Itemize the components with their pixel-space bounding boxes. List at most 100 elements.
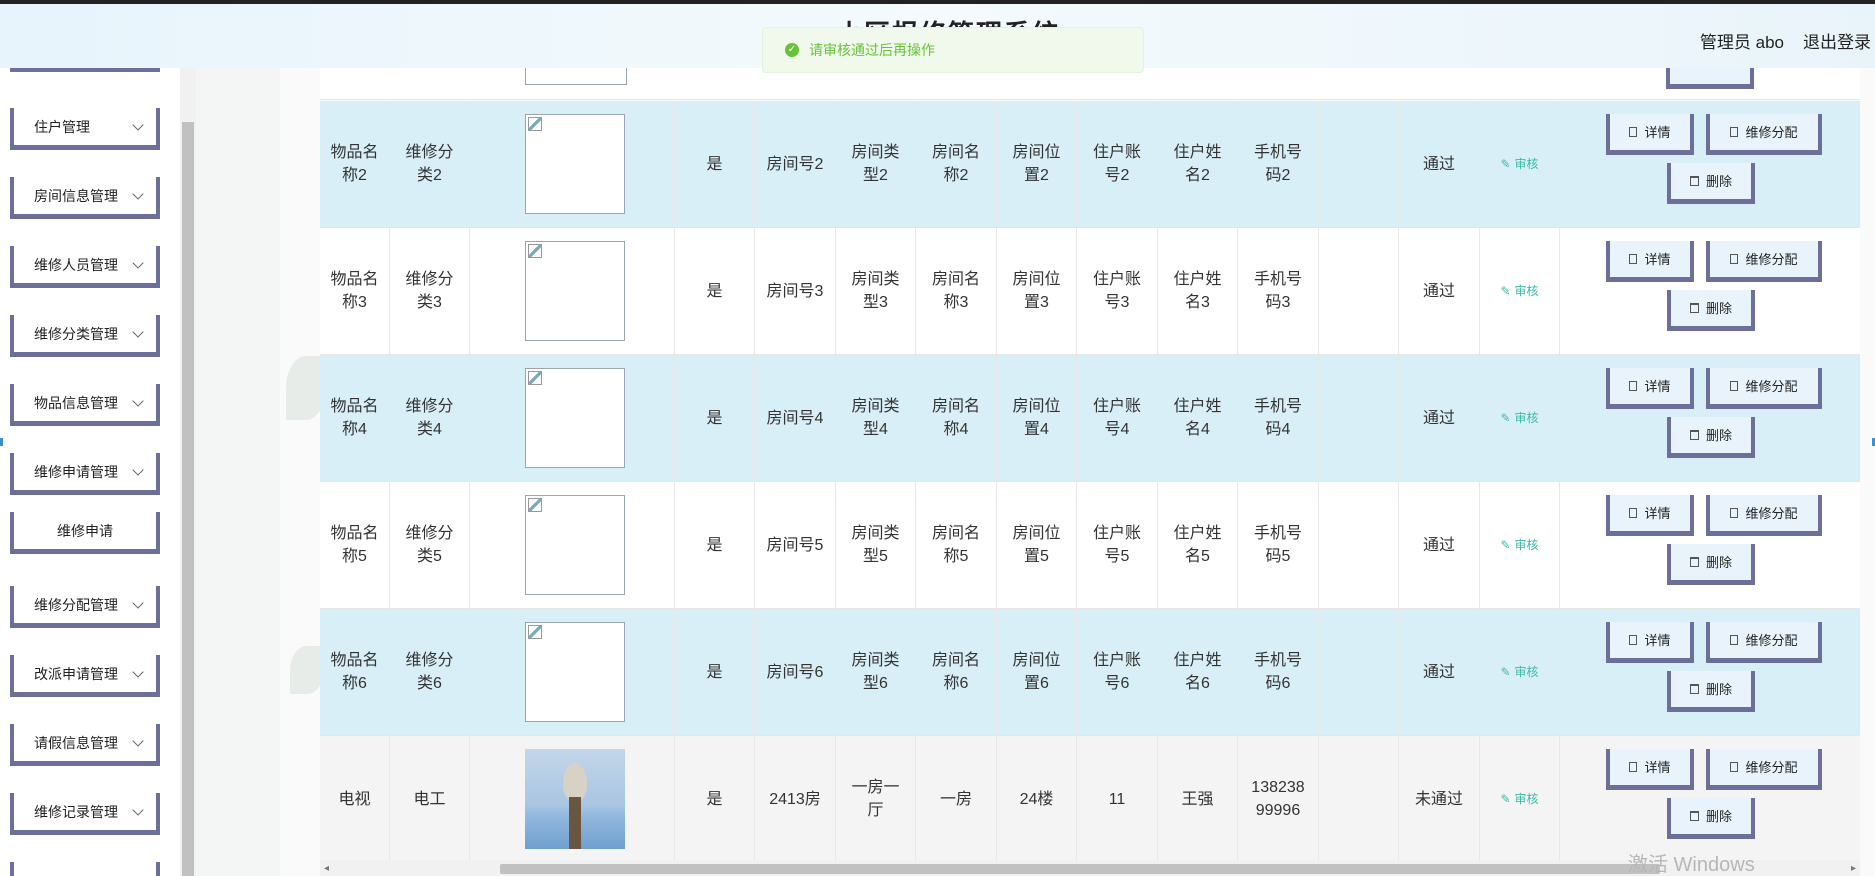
broken-image-icon bbox=[528, 625, 542, 639]
table-cell-item: 物品名 称2 bbox=[320, 101, 390, 227]
chevron-down-icon bbox=[132, 597, 144, 609]
audit-cell: ✎ 审核 bbox=[1480, 736, 1560, 862]
cell-text-line: 厅 bbox=[867, 802, 884, 819]
detail-button[interactable]: 详情 bbox=[1606, 495, 1694, 536]
assign-repair-button[interactable]: 维修分配 bbox=[1706, 241, 1822, 282]
cell-text-line: 称6 bbox=[943, 675, 969, 692]
audit-cell: ✎ 审核 bbox=[1480, 609, 1560, 735]
detail-button[interactable]: 详情 bbox=[1606, 368, 1694, 409]
audit-link[interactable]: ✎ 审核 bbox=[1500, 788, 1538, 811]
cell-text-line: 名4 bbox=[1185, 421, 1210, 438]
document-icon bbox=[1730, 508, 1739, 518]
cell-text: 物品名 称4 bbox=[330, 395, 378, 441]
cell-text: 房间号4 bbox=[766, 409, 824, 427]
cell-text-line: 称4 bbox=[943, 421, 969, 438]
cell-text-line: 维修分 bbox=[405, 398, 454, 415]
detail-button[interactable]: 详情 bbox=[1606, 749, 1694, 790]
table-cell-status: 通过 bbox=[1399, 609, 1480, 735]
cell-text-line: 码3 bbox=[1265, 294, 1291, 311]
table-cell-account: 11 bbox=[1077, 736, 1158, 862]
sidebar-item-bottom-partial[interactable] bbox=[10, 862, 160, 876]
table-cell-item: 物品名 称5 bbox=[320, 482, 390, 608]
cell-text: 是 bbox=[706, 409, 723, 427]
assign-repair-button[interactable]: 维修分配 bbox=[1706, 622, 1822, 663]
sidebar-item-residents[interactable]: 住户管理 bbox=[10, 108, 160, 150]
sidebar-item-leave-info[interactable]: 请假信息管理 bbox=[10, 724, 160, 766]
assign-button-label: 维修分配 bbox=[1745, 251, 1798, 267]
cell-text: 房间名 称4 bbox=[932, 395, 980, 441]
delete-button[interactable]: 删除 bbox=[1667, 163, 1755, 204]
cell-text: 房间位 置4 bbox=[1012, 395, 1060, 441]
detail-button[interactable]: 详情 bbox=[1606, 241, 1694, 282]
scroll-right-arrow-icon[interactable]: ▸ bbox=[1851, 863, 1856, 874]
item-image-broken bbox=[525, 114, 625, 214]
audit-link[interactable]: ✎ 审核 bbox=[1500, 407, 1538, 430]
cell-text-line: 手机号 bbox=[1253, 271, 1302, 288]
delete-button-label: 删除 bbox=[1705, 173, 1732, 189]
table-cell-room-type: 房间类 型5 bbox=[836, 482, 916, 608]
audit-link[interactable]: ✎ 审核 bbox=[1500, 153, 1538, 176]
delete-button[interactable]: 删除 bbox=[1667, 417, 1755, 458]
edit-pen-icon: ✎ bbox=[1500, 283, 1511, 298]
sidebar-item-reassign-request[interactable]: 改派申请管理 bbox=[10, 655, 160, 697]
cell-text-line: 房间名 bbox=[931, 271, 980, 288]
assign-repair-button[interactable]: 维修分配 bbox=[1706, 368, 1822, 409]
table-cell-status: 通过 bbox=[1399, 228, 1480, 354]
cell-text: 物品名 称2 bbox=[330, 141, 378, 187]
cell-text-line: 物品名 bbox=[330, 398, 379, 415]
scroll-left-arrow-icon[interactable]: ◂ bbox=[324, 863, 329, 874]
cell-text-line: 称6 bbox=[342, 675, 367, 692]
assign-repair-button[interactable]: 维修分配 bbox=[1706, 495, 1822, 536]
document-icon bbox=[1730, 381, 1739, 391]
cell-text: 房间位 置3 bbox=[1012, 268, 1060, 314]
cell-text-line: 住户账 bbox=[1092, 271, 1141, 288]
delete-button-label: 删除 bbox=[1705, 427, 1732, 443]
delete-button[interactable]: 删除 bbox=[1667, 290, 1755, 331]
detail-button-label: 详情 bbox=[1644, 505, 1671, 521]
empty-cell bbox=[1319, 736, 1399, 862]
cell-text-line: 码4 bbox=[1265, 421, 1291, 438]
cell-text: 手机号 码2 bbox=[1254, 141, 1302, 187]
sidebar-item-repair-staff[interactable]: 维修人员管理 bbox=[10, 246, 160, 288]
sidebar-item-repair-record[interactable]: 维修记录管理 bbox=[10, 793, 160, 835]
sidebar-item-room-info[interactable]: 房间信息管理 bbox=[10, 177, 160, 219]
cell-text-line: 手机号 bbox=[1253, 144, 1302, 161]
sidebar-item-repair-category[interactable]: 维修分类管理 bbox=[10, 315, 160, 357]
audit-link[interactable]: ✎ 审核 bbox=[1500, 534, 1538, 557]
cell-text-line: 房间位 bbox=[1012, 652, 1061, 669]
detail-button[interactable]: 详情 bbox=[1606, 114, 1694, 155]
table-cell-room-type: 房间类 型4 bbox=[836, 355, 916, 481]
audit-link[interactable]: ✎ 审核 bbox=[1500, 280, 1538, 303]
table-cell-room-name: 房间名 称3 bbox=[916, 228, 997, 354]
sidebar-item-repair-assign[interactable]: 维修分配管理 bbox=[10, 586, 160, 628]
sidebar-scroll-thumb[interactable] bbox=[182, 122, 194, 876]
delete-button[interactable]: 删除 bbox=[1667, 544, 1755, 585]
cell-text: 是 bbox=[706, 155, 723, 173]
horizontal-scroll-thumb[interactable] bbox=[500, 864, 1660, 874]
assign-repair-button[interactable]: 维修分配 bbox=[1706, 749, 1822, 790]
logout-link[interactable]: 退出登录 bbox=[1803, 28, 1871, 53]
delete-button[interactable]: 删除 bbox=[1667, 798, 1755, 839]
broken-image-icon bbox=[528, 244, 542, 258]
edit-pen-icon: ✎ bbox=[1500, 791, 1511, 806]
sidebar: 住户管理 房间信息管理 维修人员管理 维修分类管理 物品信息管理 维修申请管理 … bbox=[0, 54, 180, 876]
sidebar-subitem-repair-request[interactable]: 维修申请 bbox=[10, 512, 160, 554]
cell-text: 手机号 码6 bbox=[1254, 649, 1302, 695]
audit-cell: ✎ 审核 bbox=[1480, 482, 1560, 608]
sidebar-item-label: 房间信息管理 bbox=[34, 187, 118, 204]
sidebar-item-repair-request[interactable]: 维修申请管理 bbox=[10, 453, 160, 495]
delete-button[interactable]: 删除 bbox=[1667, 671, 1755, 712]
assign-repair-button[interactable]: 维修分配 bbox=[1706, 114, 1822, 155]
document-icon bbox=[1629, 762, 1638, 772]
audit-link[interactable]: ✎ 审核 bbox=[1500, 661, 1538, 684]
cell-text: 手机号码3 bbox=[1254, 268, 1302, 314]
cell-text: 房间类 型3 bbox=[851, 268, 899, 314]
table-cell-item: 物品名 称6 bbox=[320, 609, 390, 735]
cell-text: 手机号 码5 bbox=[1254, 522, 1302, 568]
cell-text: 房间名 称5 bbox=[932, 522, 980, 568]
detail-button[interactable]: 详情 bbox=[1606, 622, 1694, 663]
table-cell-room-no: 2413房 bbox=[755, 736, 836, 862]
cell-text: 2413房 bbox=[769, 790, 821, 808]
cell-text-line: 住户账 bbox=[1092, 398, 1141, 415]
sidebar-item-item-info[interactable]: 物品信息管理 bbox=[10, 384, 160, 426]
